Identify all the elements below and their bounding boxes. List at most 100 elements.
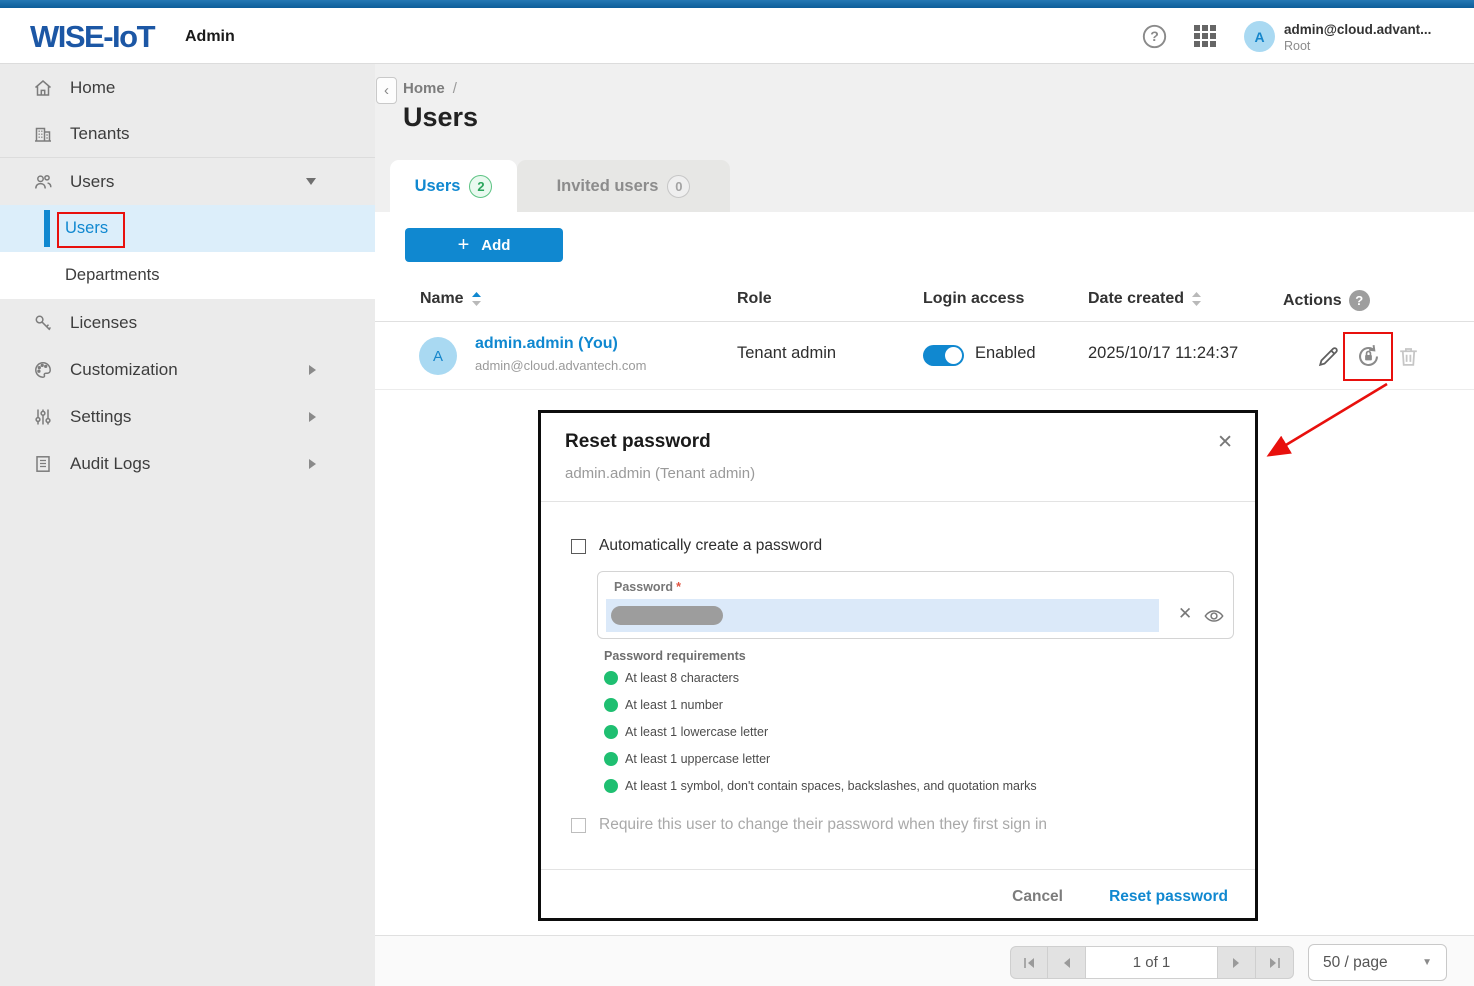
sidebar-item-label: Home	[70, 78, 115, 98]
sliders-icon	[33, 407, 53, 427]
sort-icon[interactable]	[471, 291, 482, 307]
toggle-knob	[945, 347, 962, 364]
divider	[541, 869, 1255, 870]
previous-page-button[interactable]	[1048, 946, 1086, 979]
help-icon[interactable]: ?	[1141, 23, 1168, 50]
wise-iot-logo: WISE-IoT	[30, 19, 154, 55]
svg-text:?: ?	[1150, 28, 1159, 44]
last-page-icon	[1268, 957, 1281, 969]
sidebar-item-users[interactable]: Users	[0, 158, 375, 205]
sidebar-users-submenu: Users Departments	[0, 205, 375, 299]
key-icon	[33, 313, 53, 333]
chevron-right-icon	[309, 459, 316, 469]
app-header: WISE-IoT Admin ? A admin@cloud.advant...…	[0, 8, 1474, 64]
breadcrumb-home[interactable]: Home	[403, 80, 445, 97]
password-requirements-title: Password requirements	[604, 649, 746, 663]
requirement-met-icon	[604, 671, 618, 685]
sidebar-collapse-button[interactable]: ‹	[376, 77, 397, 104]
chevron-right-icon	[309, 412, 316, 422]
sidebar-item-users-users[interactable]: Users	[0, 205, 375, 252]
tab-invited-users[interactable]: Invited users 0	[517, 160, 730, 212]
cancel-button[interactable]: Cancel	[1012, 888, 1063, 906]
row-user-name-link[interactable]: admin.admin (You)	[475, 335, 618, 353]
row-user-email: admin@cloud.advantech.com	[475, 358, 646, 373]
audit-log-icon	[33, 454, 53, 474]
breadcrumb-separator: /	[453, 80, 457, 97]
require-change-checkbox[interactable]: Require this user to change their passwo…	[571, 816, 1047, 834]
user-menu[interactable]: admin@cloud.advant... Root	[1284, 22, 1431, 54]
add-user-button[interactable]: + Add	[405, 228, 563, 262]
app-grid-icon[interactable]	[1194, 25, 1218, 49]
sidebar-item-departments[interactable]: Departments	[0, 252, 375, 299]
sidebar-item-home[interactable]: Home	[0, 64, 375, 111]
auto-create-password-checkbox[interactable]: Automatically create a password	[571, 537, 822, 555]
auto-create-password-label: Automatically create a password	[599, 537, 822, 555]
sidebar-item-label: Licenses	[70, 313, 137, 333]
sidebar-item-settings[interactable]: Settings	[0, 393, 375, 440]
actions-help-icon[interactable]: ?	[1349, 290, 1370, 311]
close-icon[interactable]: ✕	[1217, 431, 1233, 454]
next-page-icon	[1232, 957, 1241, 969]
chevron-down-icon	[306, 178, 316, 185]
last-page-button[interactable]	[1256, 946, 1294, 979]
password-redaction-blur	[611, 606, 723, 625]
chevron-right-icon	[309, 365, 316, 375]
tab-users[interactable]: Users 2	[390, 160, 517, 212]
column-header-name[interactable]: Name	[420, 290, 482, 308]
column-header-login-access: Login access	[923, 290, 1024, 308]
reset-password-button[interactable]	[1353, 341, 1383, 371]
modal-subtitle: admin.admin (Tenant admin)	[565, 465, 755, 482]
main-content: ‹ Home / Users Users 2 Invited users 0 + …	[375, 64, 1474, 986]
dropdown-caret-icon: ▼	[1422, 957, 1432, 968]
page-indicator: 1 of 1	[1086, 946, 1218, 979]
avatar[interactable]: A	[1244, 21, 1275, 52]
sidebar-item-label: Users	[65, 219, 108, 238]
sidebar: Home Tenants Users Users Departments Lic…	[0, 64, 375, 986]
require-change-label: Require this user to change their passwo…	[599, 816, 1047, 834]
requirement-met-icon	[604, 725, 618, 739]
checkbox-icon[interactable]	[571, 539, 586, 554]
user-role: Root	[1284, 39, 1431, 54]
edit-user-button[interactable]	[1313, 341, 1343, 371]
show-password-icon[interactable]	[1202, 605, 1226, 632]
users-icon	[33, 172, 53, 192]
requirement-met-icon	[604, 779, 618, 793]
checkbox-icon[interactable]	[571, 818, 586, 833]
clear-input-icon[interactable]: ✕	[1178, 604, 1192, 624]
column-header-actions: Actions ?	[1283, 290, 1370, 311]
requirement-item: At least 1 number	[604, 698, 723, 712]
page-size-select[interactable]: 50 / page ▼	[1308, 944, 1447, 981]
sidebar-item-label: Customization	[70, 360, 178, 380]
reset-password-modal: Reset password admin.admin (Tenant admin…	[538, 410, 1258, 921]
table-row: A admin.admin (You) admin@cloud.advantec…	[375, 322, 1474, 390]
reset-password-confirm-button[interactable]: Reset password	[1109, 888, 1228, 906]
sort-icon[interactable]	[1191, 291, 1202, 307]
first-page-button[interactable]	[1010, 946, 1048, 979]
previous-page-icon	[1062, 957, 1071, 969]
reset-password-icon	[1354, 342, 1383, 371]
login-access-toggle[interactable]	[923, 345, 964, 366]
row-date-created: 2025/10/17 11:24:37	[1088, 344, 1238, 363]
page-title: Users	[403, 102, 478, 133]
breadcrumb[interactable]: Home /	[403, 80, 457, 97]
column-header-role: Role	[737, 290, 772, 308]
sidebar-item-customization[interactable]: Customization	[0, 346, 375, 393]
selected-indicator	[44, 210, 50, 247]
required-asterisk: *	[676, 580, 681, 594]
trash-icon	[1396, 344, 1421, 369]
sidebar-item-tenants[interactable]: Tenants	[0, 111, 375, 158]
sidebar-item-licenses[interactable]: Licenses	[0, 299, 375, 346]
pagination-bar: 1 of 1 50 / page ▼	[375, 935, 1474, 986]
table-header: Name Role Login access Date created Acti…	[375, 280, 1474, 322]
sidebar-item-label: Departments	[65, 266, 159, 285]
requirement-met-icon	[604, 752, 618, 766]
modal-title: Reset password	[565, 431, 711, 453]
password-field-container: Password* ✕	[597, 571, 1234, 639]
password-input[interactable]	[606, 599, 1159, 632]
next-page-button[interactable]	[1218, 946, 1256, 979]
column-header-date-created[interactable]: Date created	[1088, 290, 1202, 308]
sidebar-item-audit-logs[interactable]: Audit Logs	[0, 440, 375, 487]
tab-users-count-badge: 2	[469, 175, 492, 198]
divider	[541, 501, 1255, 502]
requirement-met-icon	[604, 698, 618, 712]
